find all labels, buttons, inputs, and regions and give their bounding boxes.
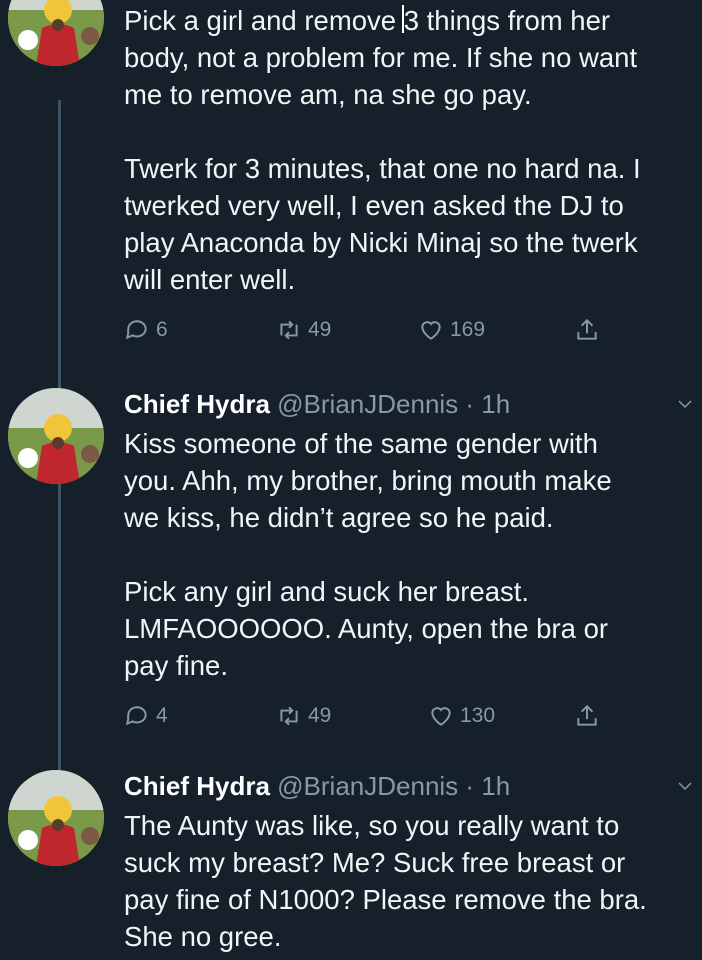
chevron-down-icon[interactable] <box>676 777 694 795</box>
retweet-icon <box>280 706 298 726</box>
share-button[interactable] <box>574 317 600 343</box>
author-handle[interactable]: @BrianJDennis · 1h <box>277 389 510 419</box>
like-count: 130 <box>460 704 496 727</box>
reply-count: 4 <box>156 704 168 727</box>
heart-icon <box>431 707 451 726</box>
reply-button[interactable]: 4 <box>124 703 168 729</box>
avatar[interactable] <box>8 0 104 66</box>
avatar[interactable] <box>8 770 104 866</box>
tweet-text: The Aunty was like, so you really want t… <box>124 810 647 952</box>
share-icon <box>577 318 597 340</box>
avatar-photo <box>8 0 104 66</box>
author-handle[interactable]: @BrianJDennis · 1h <box>277 771 510 801</box>
reply-icon <box>125 706 147 726</box>
tweet-actions: 6 49 169 <box>124 317 624 347</box>
tweet-actions: 4 49 130 <box>124 703 624 733</box>
retweet-icon <box>280 320 298 340</box>
like-button[interactable]: 130 <box>428 703 495 729</box>
tweet-header: Chief Hydra @BrianJDennis · 1h <box>124 389 510 420</box>
tweet-text: Kiss someone of the same gender with you… <box>124 428 612 681</box>
reply-icon <box>125 320 147 340</box>
chevron-down-icon[interactable] <box>676 395 694 413</box>
avatar-photo <box>8 770 104 866</box>
retweet-button[interactable]: 49 <box>276 317 331 343</box>
author-name[interactable]: Chief Hydra <box>124 389 270 419</box>
thread-line <box>58 480 61 770</box>
like-count: 169 <box>450 318 486 341</box>
tweet-text: Pick a girl and remove 3 things from her… <box>124 5 641 295</box>
share-button[interactable] <box>574 703 600 729</box>
like-button[interactable]: 169 <box>418 317 485 343</box>
thread-line <box>58 100 61 390</box>
author-name[interactable]: Chief Hydra <box>124 771 270 801</box>
retweet-count: 49 <box>308 318 332 341</box>
reply-count: 6 <box>156 318 168 341</box>
share-icon <box>577 704 597 726</box>
tweet-header: Chief Hydra @BrianJDennis · 1h <box>124 771 510 802</box>
avatar-photo <box>8 388 104 484</box>
reply-button[interactable]: 6 <box>124 317 168 343</box>
heart-icon <box>421 321 441 340</box>
text-cursor <box>402 5 404 33</box>
avatar[interactable] <box>8 388 104 484</box>
retweet-button[interactable]: 49 <box>276 703 331 729</box>
retweet-count: 49 <box>308 704 332 727</box>
